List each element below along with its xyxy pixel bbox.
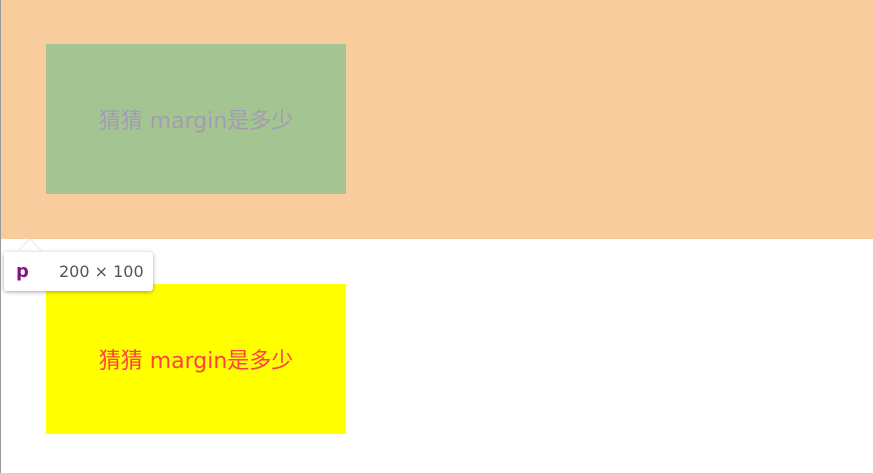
tooltip-arrow-icon <box>18 240 42 252</box>
paragraph-text: 猜猜 margin是多少 <box>98 349 294 374</box>
element-inspector-tooltip: p 200 × 100 <box>4 252 153 291</box>
paragraph-text: 猜猜 margin是多少 <box>98 109 294 134</box>
tooltip-tag-name: p <box>16 261 29 282</box>
tooltip-dimensions: 200 × 100 <box>59 262 144 281</box>
highlighted-paragraph-box[interactable]: 猜猜 margin是多少 <box>46 44 346 194</box>
page-viewport: 猜猜 margin是多少 猜猜 margin是多少 p 200 × 100 <box>0 0 873 473</box>
yellow-paragraph-box[interactable]: 猜猜 margin是多少 <box>46 284 346 434</box>
